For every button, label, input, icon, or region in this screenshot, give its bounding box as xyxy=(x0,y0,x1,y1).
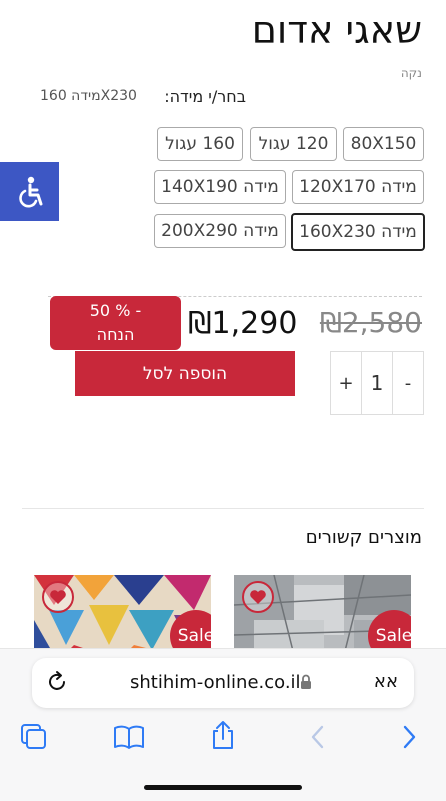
address-bar[interactable]: shtihim-online.co.il אא xyxy=(32,658,414,708)
discount-badge: 50 % - הנחה xyxy=(50,296,181,350)
size-option-80x150[interactable]: 80X150 xyxy=(343,127,424,161)
url-text: shtihim-online.co.il xyxy=(130,672,301,693)
heart-icon xyxy=(50,590,66,604)
heart-icon xyxy=(250,590,266,604)
qty-input[interactable]: 1 xyxy=(361,352,393,414)
qty-minus-button[interactable]: - xyxy=(393,352,423,414)
size-option-120x170[interactable]: מידה 120X170 xyxy=(292,170,424,204)
qty-plus-button[interactable]: + xyxy=(331,352,361,414)
wheelchair-icon xyxy=(18,176,42,207)
selected-size-text: מידה 160X230 xyxy=(40,88,137,104)
accessibility-button[interactable] xyxy=(0,162,59,221)
home-indicator xyxy=(144,785,302,790)
wishlist-heart-icon[interactable] xyxy=(42,581,74,613)
clear-link[interactable]: נקה xyxy=(401,66,422,80)
add-to-cart-button[interactable]: הוספה לסל xyxy=(75,351,295,396)
discount-text: הנחה xyxy=(96,325,135,344)
chevron-right-icon[interactable] xyxy=(399,723,419,751)
lock-icon xyxy=(301,674,311,689)
size-option-160-round[interactable]: 160 עגול xyxy=(157,127,243,161)
tabs-icon[interactable] xyxy=(20,723,48,751)
browser-toolbar: shtihim-online.co.il אא xyxy=(0,648,446,801)
sale-price: ₪1,290 xyxy=(188,306,298,341)
reader-aa-button[interactable]: אא xyxy=(374,671,398,692)
quantity-stepper: + 1 - xyxy=(330,351,424,415)
size-option-120-round[interactable]: 120 עגול xyxy=(250,127,337,161)
reload-icon[interactable] xyxy=(44,669,70,695)
section-divider xyxy=(22,508,424,509)
related-product-card[interactable]: Sale xyxy=(234,575,411,655)
chevron-left-icon[interactable] xyxy=(308,723,328,751)
share-icon[interactable] xyxy=(209,720,237,750)
old-price: ₪2,580 xyxy=(319,306,422,339)
discount-percent: 50 % - xyxy=(89,301,142,320)
size-option-160x230[interactable]: מידה 160X230 xyxy=(291,213,425,251)
size-option-200x290[interactable]: מידה 200X290 xyxy=(154,214,286,248)
product-title: שאגי אדום xyxy=(251,8,422,52)
book-icon[interactable] xyxy=(113,723,145,751)
size-label: בחר/י מידה: xyxy=(164,87,246,106)
size-option-140x190[interactable]: מידה 140X190 xyxy=(154,170,286,204)
related-product-card[interactable]: Sale xyxy=(34,575,211,655)
wishlist-heart-icon[interactable] xyxy=(242,581,274,613)
related-products-title: מוצרים קשורים xyxy=(305,527,422,548)
